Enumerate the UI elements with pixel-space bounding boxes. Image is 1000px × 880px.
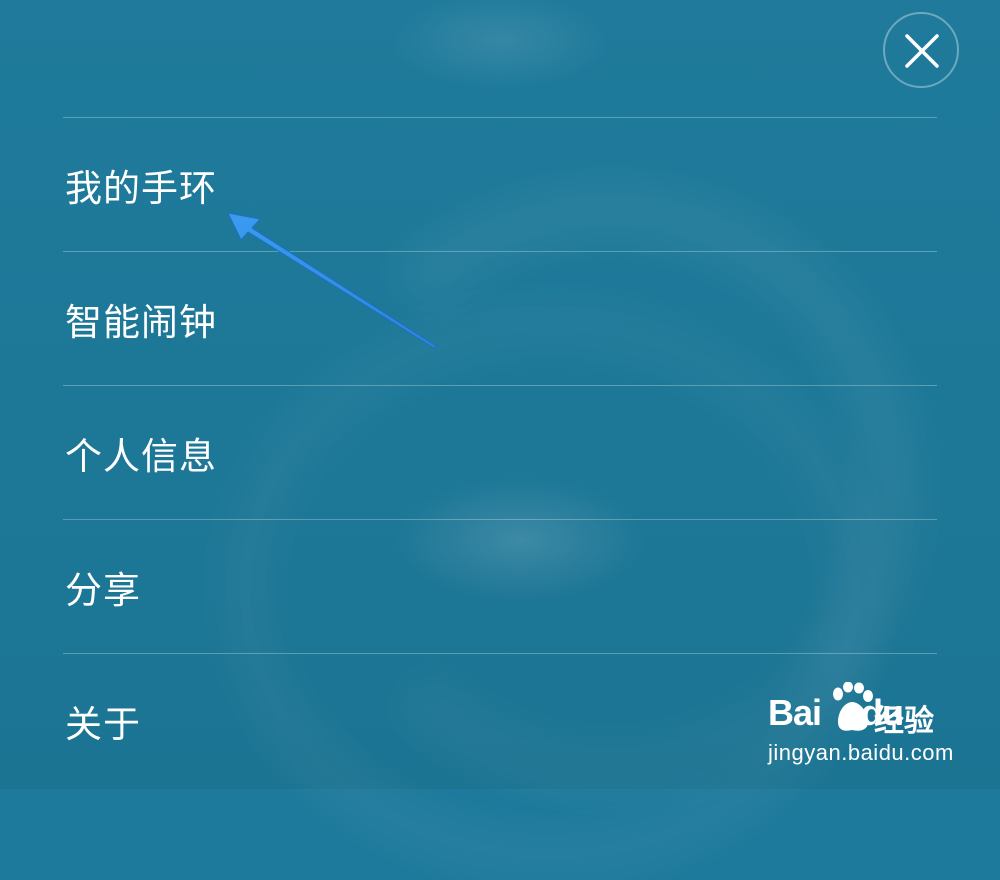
menu-item-my-band[interactable]: 我的手环	[63, 117, 937, 251]
watermark-url: jingyan.baidu.com	[768, 740, 954, 765]
menu-item-label: 关于	[65, 702, 141, 746]
close-button[interactable]	[883, 12, 959, 88]
menu-item-personal-info[interactable]: 个人信息	[63, 385, 937, 519]
baidu-paw-icon	[833, 682, 873, 731]
menu-item-smart-alarm[interactable]: 智能闹钟	[63, 251, 937, 385]
close-icon	[905, 34, 939, 68]
menu-item-label: 我的手环	[65, 166, 217, 210]
menu-item-label: 智能闹钟	[65, 300, 217, 344]
menu-item-label: 分享	[65, 568, 141, 612]
menu-item-share[interactable]: 分享	[63, 519, 937, 653]
menu-item-label: 个人信息	[65, 434, 217, 478]
watermark-suffix: 经验	[874, 704, 934, 739]
baidu-jingyan-watermark: Bai du 经验 jingyan.baidu.com	[768, 682, 978, 772]
